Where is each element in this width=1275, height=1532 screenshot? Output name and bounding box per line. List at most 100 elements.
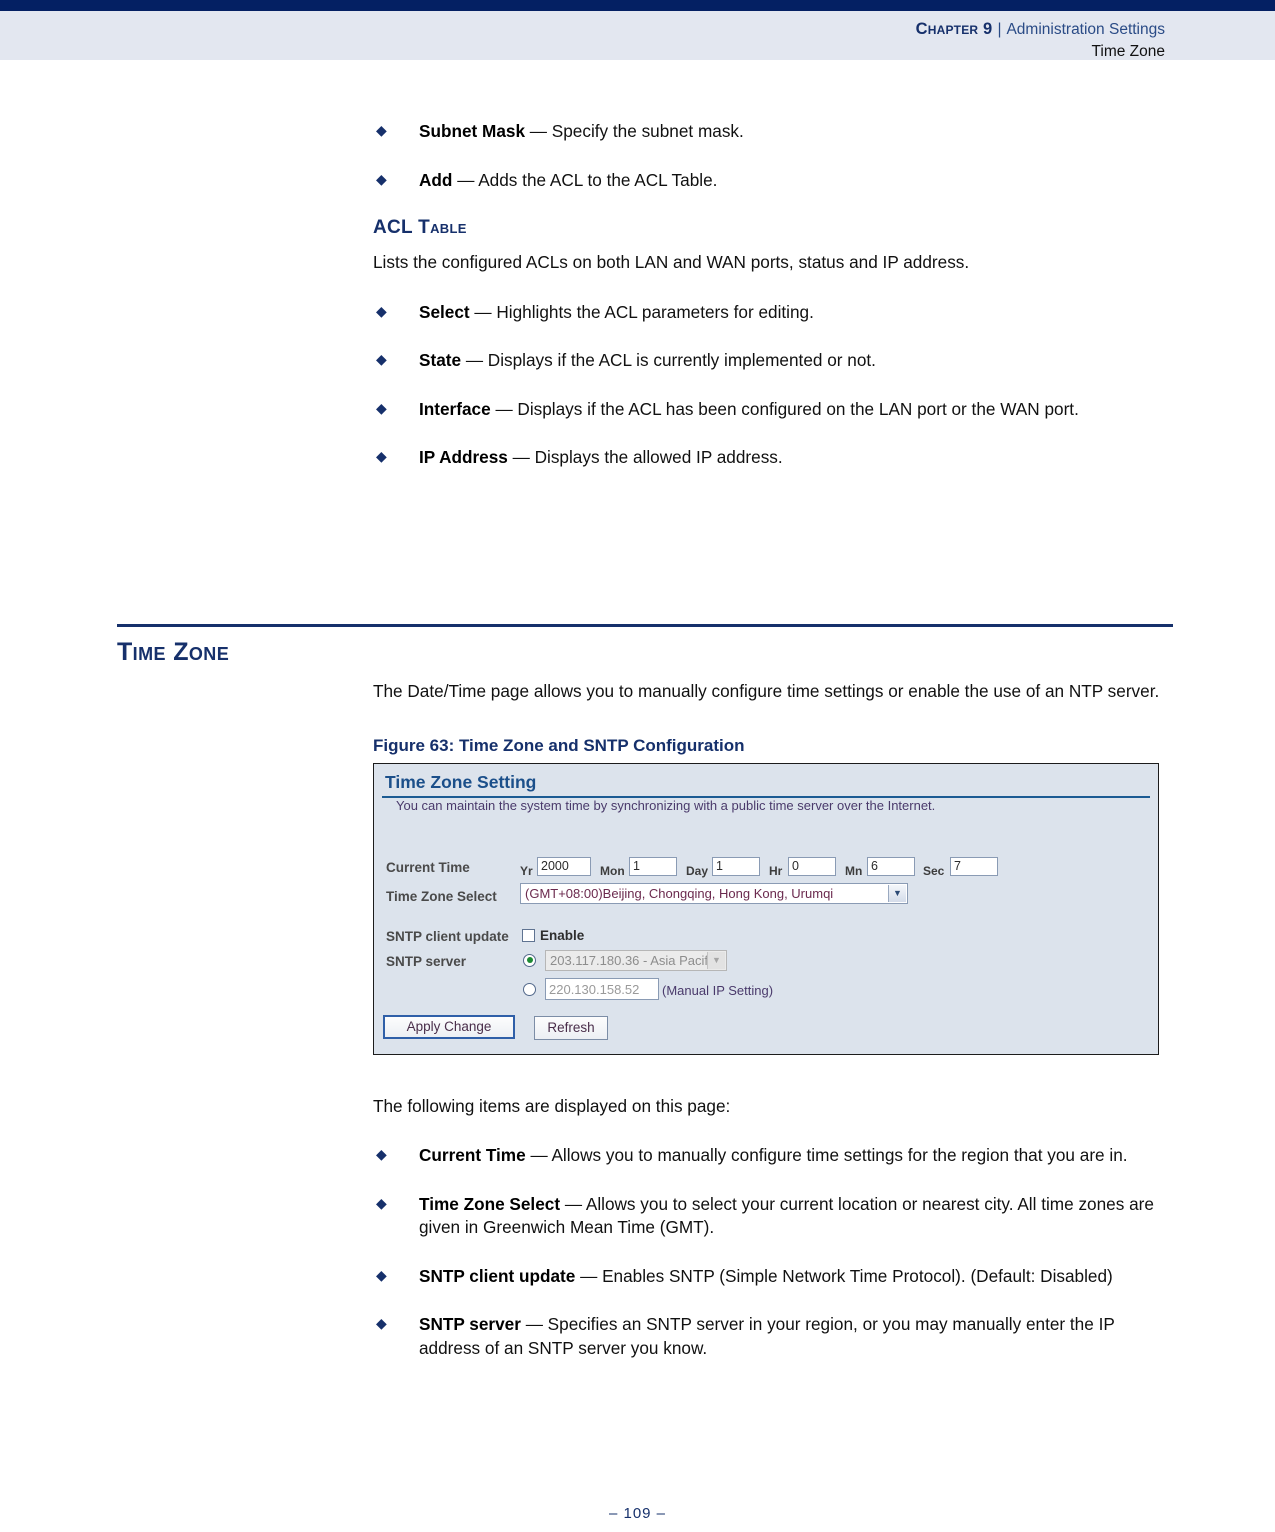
time-zone-select-value: (GMT+08:00)Beijing, Chongqing, Hong Kong…	[525, 885, 834, 901]
bullet-list-top: ◆ Subnet Mask — Specify the subnet mask.…	[373, 120, 1163, 192]
figure-caption: Figure 63: Time Zone and SNTP Configurat…	[373, 735, 745, 755]
list-item: ◆ IP Address — Displays the allowed IP a…	[373, 446, 1163, 470]
sntp-server-manual-ip-input[interactable]: 220.130.158.52	[545, 977, 659, 1000]
list-item: ◆ SNTP server — Specifies an SNTP server…	[373, 1313, 1163, 1360]
bullet-dash: —	[457, 169, 475, 190]
content-block-top: ◆ Subnet Mask — Specify the subnet mask.…	[373, 120, 1163, 495]
year-input[interactable]: 2000	[537, 856, 591, 876]
list-item: ◆ Subnet Mask — Specify the subnet mask.	[373, 120, 1163, 144]
sntp-server-label: SNTP server	[386, 953, 467, 969]
bullet-desc: Highlights the ACL parameters for editin…	[496, 301, 814, 322]
apply-change-button[interactable]: Apply Change	[383, 1014, 515, 1039]
content-block-timezone: The Date/Time page allows you to manuall…	[373, 680, 1163, 1386]
acl-table-intro: Lists the configured ACLs on both LAN an…	[373, 252, 970, 273]
after-figure-intro: The following items are displayed on thi…	[373, 1095, 731, 1116]
sntp-server-manual-note: (Manual IP Setting)	[662, 982, 774, 998]
page-header-band: Chapter 9 | Administration Settings Time Z…	[0, 11, 1275, 60]
bullet-dash: —	[465, 350, 483, 371]
time-zone-select-dropdown[interactable]: (GMT+08:00)Beijing, Chongqing, Hong Kong…	[520, 882, 908, 904]
day-input[interactable]: 1	[712, 856, 760, 876]
day-label: Day	[686, 863, 709, 878]
sntp-server-preset-radio[interactable]	[523, 953, 536, 967]
list-item: ◆ Add — Adds the ACL to the ACL Table.	[373, 169, 1163, 193]
time-zone-select-label: Time Zone Select	[386, 888, 497, 904]
diamond-bullet-icon: ◆	[376, 1146, 387, 1163]
bullet-term: IP Address	[419, 447, 508, 468]
panel-title: Time Zone Setting	[385, 771, 537, 792]
bullet-dash: —	[525, 1314, 543, 1335]
figure-screenshot-time-zone-setting: Time Zone Setting You can maintain the s…	[373, 762, 1159, 1055]
second-label: Sec	[923, 863, 945, 878]
minute-label: Mn	[845, 863, 863, 878]
page-header-text: Chapter 9 | Administration Settings Time Z…	[916, 19, 1165, 61]
bullet-term: Add	[419, 169, 453, 190]
bullet-term: Time Zone Select	[419, 1193, 561, 1214]
diamond-bullet-icon: ◆	[376, 1315, 387, 1332]
bullet-list-timezone: ◆ Current Time — Allows you to manually …	[373, 1144, 1163, 1360]
diamond-bullet-icon: ◆	[376, 1194, 387, 1211]
diamond-bullet-icon: ◆	[376, 1266, 387, 1283]
sntp-server-manual-radio[interactable]	[523, 982, 536, 996]
bullet-term: Interface	[419, 398, 491, 419]
diamond-bullet-icon: ◆	[376, 170, 387, 187]
diamond-bullet-icon: ◆	[376, 399, 387, 416]
diamond-bullet-icon: ◆	[376, 351, 387, 368]
bullet-dash: —	[495, 398, 513, 419]
header-line-chapter: Chapter 9 | Administration Settings	[916, 19, 1165, 40]
header-chapter: Chapter 9	[915, 20, 993, 38]
bullet-desc: Enables SNTP (Simple Network Time Protoc…	[602, 1265, 1113, 1286]
header-separator: |	[997, 21, 1002, 38]
minute-input[interactable]: 6	[867, 856, 915, 876]
chevron-down-icon[interactable]: ▼	[707, 951, 725, 969]
bullet-desc: Specify the subnet mask.	[551, 121, 744, 141]
diamond-bullet-icon: ◆	[376, 122, 387, 138]
bullet-term: State	[419, 350, 462, 371]
refresh-button[interactable]: Refresh	[534, 1015, 608, 1040]
list-item: ◆ Interface — Displays if the ACL has be…	[373, 398, 1163, 422]
sntp-server-preset-value: 203.117.180.36 - Asia Pacific	[550, 952, 718, 968]
bullet-desc: Allows you to manually configure time se…	[551, 1145, 1128, 1166]
bullet-dash: —	[530, 1145, 548, 1166]
panel-subtitle: You can maintain the system time by sync…	[396, 797, 936, 813]
diamond-bullet-icon: ◆	[376, 448, 387, 465]
page-number: – 109 –	[608, 1505, 667, 1522]
hour-input[interactable]: 0	[788, 856, 836, 876]
bullet-desc: Displays if the ACL has been configured …	[517, 398, 1079, 419]
acl-table-heading: ACL Table	[373, 217, 467, 239]
second-input[interactable]: 7	[950, 856, 998, 876]
bullet-term: SNTP client update	[419, 1265, 576, 1286]
header-section: Administration Settings	[1006, 21, 1165, 38]
month-input[interactable]: 1	[629, 856, 677, 876]
list-item: ◆ SNTP client update — Enables SNTP (Sim…	[373, 1265, 1163, 1289]
list-item: ◆ State — Displays if the ACL is current…	[373, 349, 1163, 373]
list-item: ◆ Current Time — Allows you to manually …	[373, 1144, 1163, 1168]
list-item: ◆ Time Zone Select — Allows you to selec…	[373, 1193, 1163, 1240]
section-divider-rule	[117, 624, 1173, 627]
bullet-desc: Adds the ACL to the ACL Table.	[478, 169, 718, 190]
timezone-intro: The Date/Time page allows you to manuall…	[373, 681, 1160, 701]
list-item: ◆ Select — Highlights the ACL parameters…	[373, 301, 1163, 325]
diamond-bullet-icon: ◆	[376, 302, 387, 319]
bullet-dash: —	[529, 121, 547, 141]
chevron-down-icon[interactable]: ▼	[888, 884, 906, 902]
bullet-term: SNTP server	[419, 1314, 521, 1335]
sntp-client-update-label: SNTP client update	[386, 928, 509, 944]
bullet-dash: —	[512, 447, 530, 468]
bullet-desc: Specifies an SNTP server in your region,…	[419, 1314, 1115, 1358]
sntp-enable-label: Enable	[540, 927, 585, 943]
current-time-label: Current Time	[386, 859, 470, 875]
bullet-dash: —	[474, 301, 492, 322]
bullet-dash: —	[580, 1265, 598, 1286]
month-label: Mon	[600, 863, 625, 878]
bullet-desc: Displays the allowed IP address.	[534, 447, 783, 468]
year-label: Yr	[520, 863, 533, 878]
bullet-desc: Displays if the ACL is currently impleme…	[487, 350, 876, 371]
bullet-term: Current Time	[419, 1145, 526, 1166]
top-navy-bar	[0, 0, 1275, 11]
sntp-enable-checkbox[interactable]	[522, 928, 535, 942]
bullet-term: Select	[419, 301, 470, 322]
bullet-term: Subnet Mask	[419, 121, 526, 141]
header-subsection: Time Zone	[1091, 42, 1165, 60]
hour-label: Hr	[769, 863, 783, 878]
sntp-server-preset-dropdown[interactable]: 203.117.180.36 - Asia Pacific ▼	[545, 949, 727, 971]
